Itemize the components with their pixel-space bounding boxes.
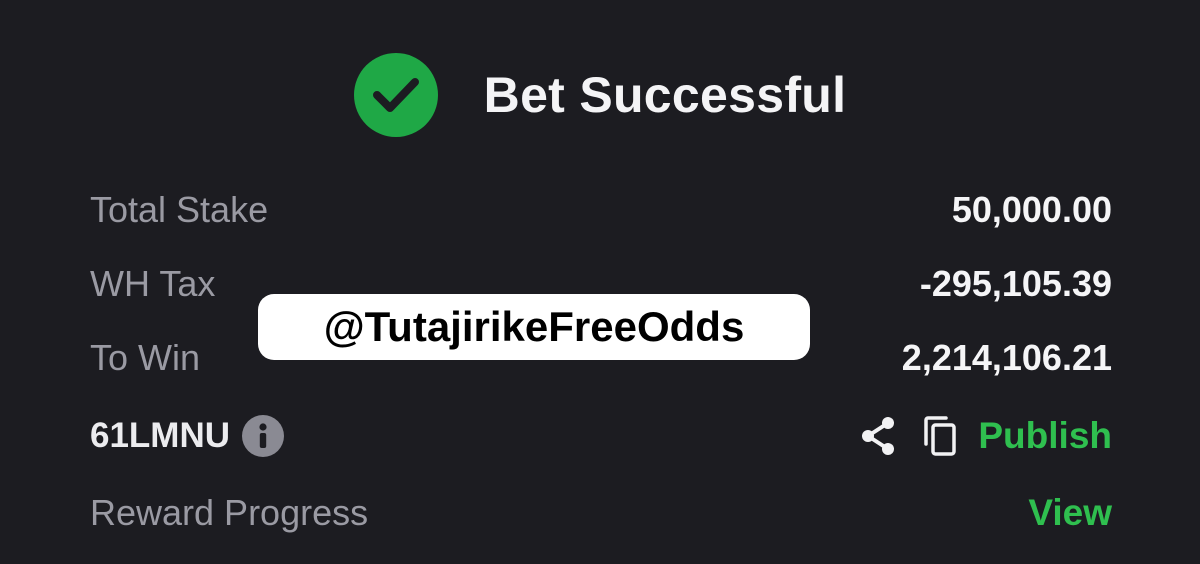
- total-stake-row: Total Stake 50,000.00: [90, 182, 1112, 238]
- view-button[interactable]: View: [1028, 492, 1112, 534]
- watermark-overlay: @TutajirikeFreeOdds: [258, 294, 810, 360]
- share-icon[interactable]: [856, 414, 900, 458]
- booking-code-group: 61LMNU: [90, 415, 285, 457]
- check-circle-icon: [353, 53, 438, 137]
- total-stake-value: 50,000.00: [951, 189, 1112, 230]
- page-title: Bet Successful: [483, 67, 847, 123]
- to-win-value: 2,214,106.21: [901, 337, 1112, 378]
- reward-progress-row: Reward Progress View: [90, 485, 1112, 541]
- reward-progress-label: Reward Progress: [90, 492, 369, 533]
- wh-tax-label: WH Tax: [90, 263, 216, 304]
- booking-actions: Publish: [856, 414, 1112, 458]
- header: Bet Successful: [0, 50, 1200, 140]
- to-win-label: To Win: [90, 337, 201, 378]
- booking-code: 61LMNU: [90, 416, 231, 455]
- booking-row: 61LMNU Publish: [90, 408, 1112, 464]
- total-stake-label: Total Stake: [90, 189, 269, 230]
- copy-icon[interactable]: [918, 414, 962, 458]
- info-icon[interactable]: [242, 415, 285, 457]
- bet-confirmation-screen: Bet Successful Total Stake 50,000.00 WH …: [0, 0, 1200, 564]
- watermark-text: @TutajirikeFreeOdds: [323, 303, 745, 350]
- publish-button[interactable]: Publish: [978, 415, 1112, 457]
- wh-tax-value: -295,105.39: [919, 263, 1112, 304]
